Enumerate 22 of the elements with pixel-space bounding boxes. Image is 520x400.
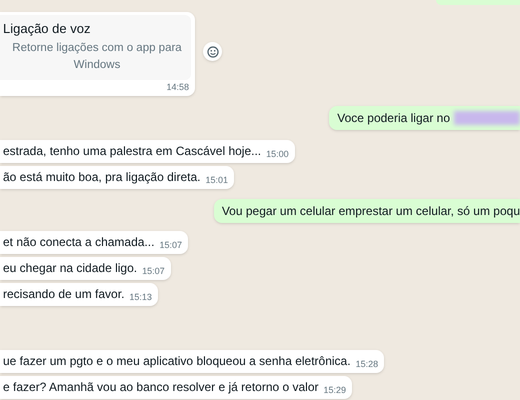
call-card[interactable]: Ligação de voz Retorne ligações com o app para Windows — [0, 15, 191, 80]
message-time: 15:07 — [142, 266, 165, 276]
message-text: Voce poderia ligar no — [337, 110, 450, 127]
call-subtitle: Retorne ligações com o app para Windows — [11, 41, 183, 73]
message-text: ue fazer um pgto e o meu aplicativo bloqueou a senha eletrônica. — [3, 354, 351, 369]
message-time: 14:58 — [166, 82, 189, 93]
message-time: 15:13 — [129, 292, 152, 302]
message-time: 15:29 — [324, 385, 346, 395]
message-time: 15:28 — [356, 359, 378, 369]
message-text: eu chegar na cidade ligo. — [3, 261, 138, 276]
call-title: Ligação de voz — [3, 21, 92, 37]
message-text: Vou pegar um celular emprestar um celular, só um poqu — [222, 203, 520, 220]
message-text: e fazer? Amanhã vou ao banco resolver e já retorno o valor — [3, 380, 319, 395]
emoji-reaction-button[interactable] — [203, 42, 222, 61]
message-text: recisando de um favor. — [3, 287, 124, 302]
message-text: estrada, tenho uma palestra em Cascável hoje... — [3, 144, 262, 159]
message-text: et não conecta a chamada... — [3, 235, 154, 250]
message-time: 15:00 — [266, 149, 289, 159]
message-time: 15:01 — [205, 175, 228, 185]
message-text: ão está muito boa, pra ligação direta. — [3, 170, 200, 185]
message-time: 15:07 — [159, 240, 182, 250]
smiley-icon — [206, 46, 218, 58]
